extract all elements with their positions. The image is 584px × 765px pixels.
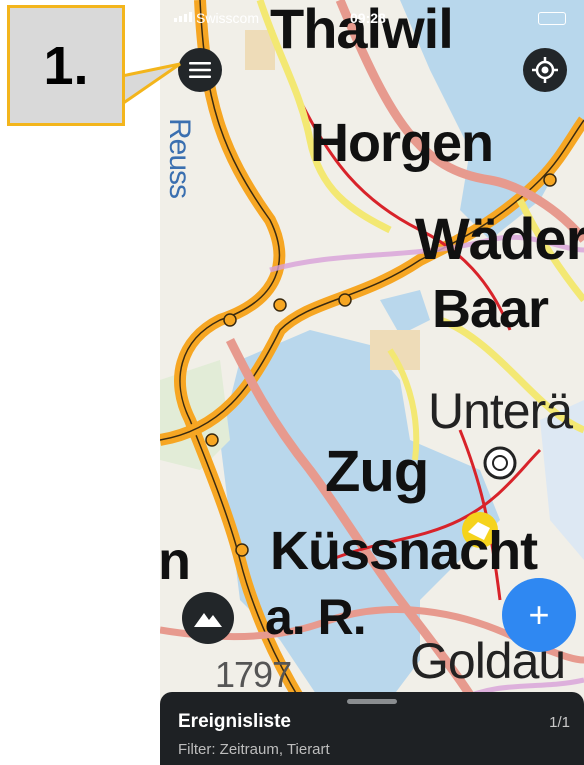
sheet-handle[interactable] [347, 699, 397, 704]
map-label-horgen: Horgen [310, 113, 494, 173]
map-label-n: n [160, 531, 191, 591]
map-label-ar: a. R. [265, 589, 367, 645]
locate-button[interactable] [523, 48, 567, 92]
map-label-kuessnacht: Küssnacht [270, 521, 538, 581]
map-label-waeden: Wäder [415, 207, 584, 272]
signal-icon [174, 12, 192, 22]
event-count: 1/1 [549, 714, 570, 731]
map-label-zug: Zug [325, 439, 429, 504]
add-event-button[interactable]: + [502, 578, 576, 652]
step-number: 1. [43, 35, 89, 96]
event-filter-text: Filter: Zeitraum, Tierart [178, 741, 330, 758]
step-callout: 1. [7, 5, 125, 126]
event-list-sheet[interactable]: Ereignisliste 1/1 Filter: Zeitraum, Tier… [160, 692, 584, 765]
menu-button[interactable] [178, 48, 222, 92]
map-label-elevation: 1797 [215, 654, 292, 695]
status-time: 09:28 [350, 10, 386, 26]
plus-icon: + [528, 594, 550, 635]
map-label-baar: Baar [432, 279, 549, 339]
terrain-icon [194, 613, 222, 627]
locate-icon [532, 57, 558, 83]
menu-icon [189, 62, 211, 78]
map-label-unterae: Unterä [428, 383, 573, 439]
app-screen: Thalwil Reuss Horgen Wäder Baar Unterä Z… [160, 0, 584, 765]
terrain-button[interactable] [182, 592, 234, 644]
battery-icon [538, 12, 566, 25]
map-label-reuss: Reuss [163, 118, 196, 199]
event-list-title: Ereignisliste [178, 711, 291, 732]
carrier-name: Swisscom [196, 10, 260, 26]
status-bar: Swisscom 09:28 [160, 6, 584, 32]
